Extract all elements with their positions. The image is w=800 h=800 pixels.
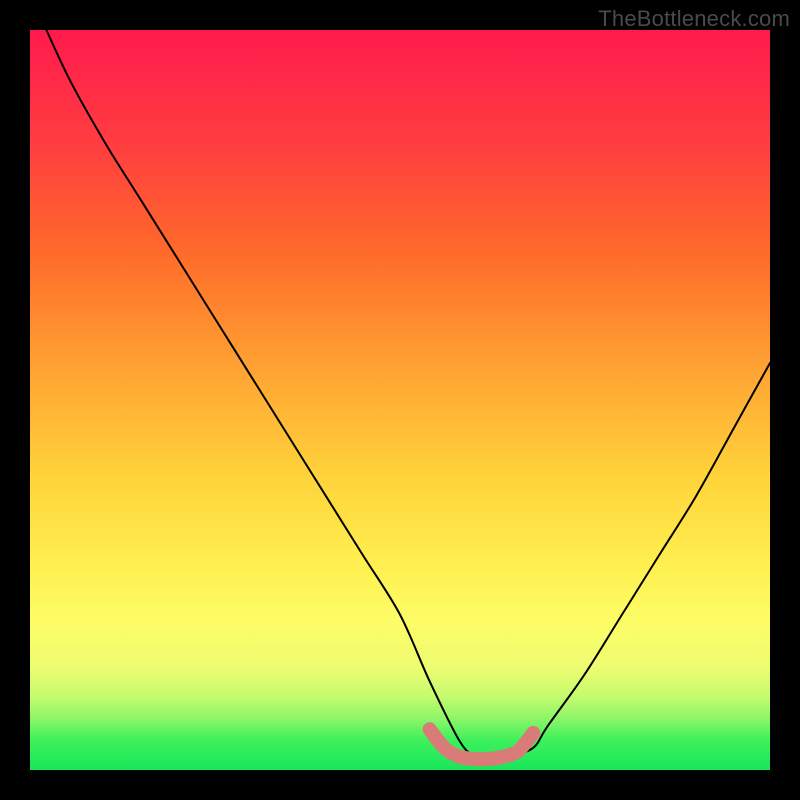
curve-layer <box>30 30 770 770</box>
floor-marker-dot-right <box>526 726 540 740</box>
plot-area <box>30 30 770 770</box>
bottleneck-curve-line <box>30 30 770 756</box>
watermark-text: TheBottleneck.com <box>598 6 790 32</box>
chart-frame: TheBottleneck.com <box>0 0 800 800</box>
floor-highlight-marker <box>430 729 534 759</box>
